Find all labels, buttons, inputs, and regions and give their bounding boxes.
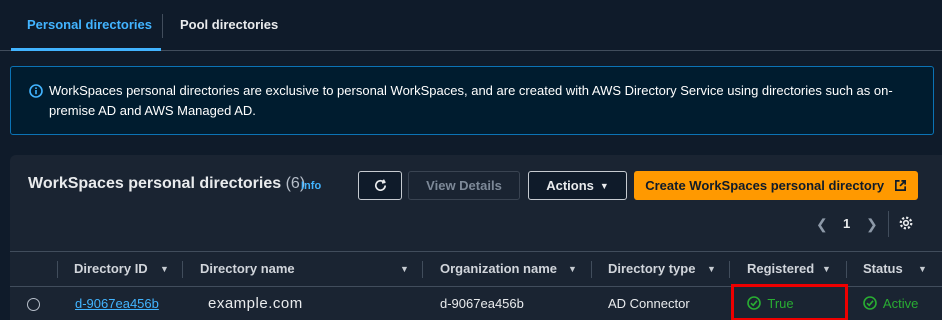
column-status[interactable]: Status bbox=[863, 252, 903, 286]
next-page-icon[interactable]: ❯ bbox=[866, 216, 878, 233]
column-separator bbox=[729, 261, 730, 278]
check-circle-icon bbox=[863, 296, 883, 311]
column-label: Status bbox=[863, 261, 903, 276]
external-link-icon bbox=[888, 178, 907, 193]
actions-button[interactable]: Actions ▼ bbox=[528, 171, 627, 200]
column-separator bbox=[57, 261, 58, 278]
refresh-button[interactable] bbox=[358, 171, 402, 200]
registered-value: True bbox=[767, 296, 794, 311]
status-cell: Active bbox=[863, 296, 918, 311]
column-label: Directory type bbox=[608, 261, 696, 276]
column-directory-id[interactable]: Directory ID bbox=[74, 252, 148, 286]
column-directory-type[interactable]: Directory type bbox=[608, 252, 695, 286]
check-circle-icon bbox=[747, 296, 767, 311]
refresh-icon bbox=[373, 179, 388, 196]
pager-divider bbox=[888, 211, 889, 237]
settings-gear-icon[interactable] bbox=[898, 215, 914, 236]
previous-page-icon[interactable]: ❮ bbox=[816, 216, 828, 233]
column-organization-name[interactable]: Organization name bbox=[440, 252, 557, 286]
table-row[interactable]: d-9067ea456b example.com d-9067ea456b AD… bbox=[10, 284, 942, 320]
tab-personal-directories[interactable]: Personal directories bbox=[11, 0, 161, 51]
column-separator bbox=[591, 261, 592, 278]
column-label: Directory name bbox=[200, 261, 295, 276]
directory-id-link[interactable]: d-9067ea456b bbox=[75, 296, 159, 311]
column-separator bbox=[422, 261, 423, 278]
directory-type-cell: AD Connector bbox=[608, 296, 690, 311]
column-separator bbox=[846, 261, 847, 278]
panel-title-text: WorkSpaces personal directories bbox=[28, 175, 282, 192]
column-label: Organization name bbox=[440, 261, 558, 276]
directory-name-cell: example.com bbox=[208, 295, 303, 312]
info-alert: WorkSpaces personal directories are excl… bbox=[10, 66, 934, 135]
tab-pool-directories[interactable]: Pool directories bbox=[163, 0, 278, 51]
table-header: Directory ID ▼ Directory name ▼ Organiza… bbox=[10, 251, 942, 287]
column-label: Directory ID bbox=[74, 261, 148, 276]
status-value: Active bbox=[882, 296, 919, 311]
actions-label: Actions bbox=[546, 178, 594, 193]
column-directory-name[interactable]: Directory name bbox=[200, 252, 295, 286]
create-directory-label: Create WorkSpaces personal directory bbox=[645, 178, 885, 193]
caret-down-icon: ▼ bbox=[599, 181, 609, 191]
info-link[interactable]: Info bbox=[301, 180, 321, 192]
create-directory-button[interactable]: Create WorkSpaces personal directory bbox=[634, 171, 918, 200]
registered-cell: True bbox=[747, 296, 794, 311]
page-number[interactable]: 1 bbox=[843, 216, 850, 231]
view-details-button[interactable]: View Details bbox=[408, 171, 520, 200]
info-icon bbox=[29, 84, 43, 98]
panel-title: WorkSpaces personal directories (6) bbox=[28, 175, 305, 193]
row-select-radio[interactable] bbox=[27, 298, 40, 311]
organization-name-cell: d-9067ea456b bbox=[440, 296, 524, 311]
column-separator bbox=[182, 261, 183, 278]
directories-panel: WorkSpaces personal directories (6) Info… bbox=[10, 155, 942, 320]
column-registered[interactable]: Registered bbox=[747, 252, 814, 286]
tab-bar: Personal directories Pool directories bbox=[0, 0, 942, 51]
alert-message: WorkSpaces personal directories are excl… bbox=[49, 83, 893, 118]
column-label: Registered bbox=[747, 261, 815, 276]
